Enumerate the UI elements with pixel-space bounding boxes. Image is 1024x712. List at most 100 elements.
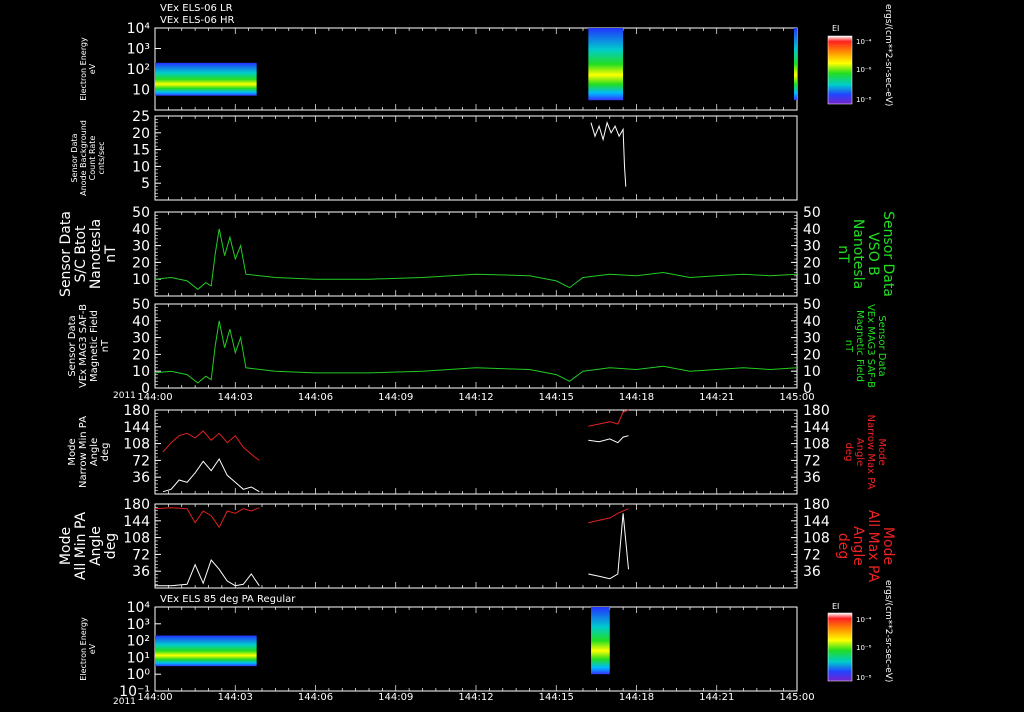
x-tick-label: 144:12 [458, 392, 493, 403]
y-label-line: Sensor Data [67, 315, 78, 376]
y2-label-line: Mode [880, 527, 896, 565]
y2-tick-label: 108 [803, 531, 830, 547]
y-tick-label: 50 [132, 297, 150, 313]
y2-label-line: VEx MAG3 SAF-B [865, 304, 876, 388]
y-tick-label: 40 [132, 314, 150, 330]
y-label-line: Sensor Data [58, 211, 74, 297]
y-tick-label: 10³ [127, 42, 150, 58]
y2-label-line: Mode [876, 438, 887, 465]
x-tick-label: 144:06 [298, 692, 333, 703]
y-label-line: cnts/sec [97, 142, 106, 175]
y2-tick-label: 30 [803, 239, 821, 255]
y2-tick-label: 36 [803, 564, 821, 580]
y-label-line: VEx MAG3 SAF-B [78, 304, 89, 388]
y2-tick-label: 36 [803, 470, 821, 486]
x-tick-label: 144:18 [619, 392, 654, 403]
x-axis-mid: 2011 144:00 144:03 144:06 144:09 144:12 144:1… [113, 391, 815, 403]
x-tick-label: 144:21 [699, 692, 734, 703]
y-label-line: deg [100, 443, 111, 462]
y-tick-label: 180 [123, 497, 150, 513]
panel-anode-background: 252015105 Sensor Data Anode Background Coun… [70, 109, 798, 201]
y-tick-label: 10 [132, 83, 150, 99]
x-tick-label: 144:21 [699, 392, 734, 403]
y-tick-label: 108 [123, 531, 150, 547]
y2-tick-label: 20 [803, 255, 821, 271]
y-label: Electron Energy eV [79, 37, 97, 101]
y-tick-label: 144 [123, 514, 150, 530]
panel-sc-bnot: 50 5040 4030 3020 2010 10Sensor Data S/C Btot N… [58, 205, 896, 297]
y2-tick-label: 50 [803, 205, 821, 221]
y-label-line: Count Rate [88, 136, 97, 181]
y2-tick-label: 180 [803, 403, 830, 419]
y-label-line: S/C Btot [73, 225, 89, 282]
y-tick-label: 10¹ [127, 650, 150, 666]
y2-label-line: VSO B [865, 232, 881, 276]
panel-frame [154, 409, 798, 495]
y2-tick-label: 72 [803, 453, 821, 469]
y2-tick-label: 40 [803, 314, 821, 330]
colorbar-top-tick-2: 10⁻⁶ [856, 66, 872, 74]
y-label-line: eV [88, 643, 97, 654]
x-tick-label: 144:18 [619, 692, 654, 703]
multi-panel-plot: VEx ELS-06 LR VEx ELS-06 HR VEx ELS 85 d… [58, 3, 896, 707]
y-label-line: Magnetic Field [89, 310, 100, 382]
y-tick-label: 108 [123, 437, 150, 453]
y-tick-label: 30 [132, 239, 150, 255]
series-line [155, 513, 629, 587]
colorbar-top-gradient [827, 35, 853, 105]
x-axis-bottom: 2011 144:00 144:03 144:06 144:09 144:12 144:1… [113, 692, 815, 707]
y2-label-line: Narrow Max PA [865, 415, 876, 490]
top-title-line2: VEx ELS-06 HR [160, 15, 235, 26]
y-tick-label: 5 [141, 176, 150, 192]
y-label-line: Mode [67, 438, 78, 465]
x-tick-label: 144:09 [378, 692, 413, 703]
y-tick-label: 180 [123, 403, 150, 419]
y2-tick-label: 10 [803, 364, 821, 380]
y-tick-label: 10⁻¹ [119, 684, 150, 700]
spectrogram-block [588, 28, 624, 101]
y2-tick-label: 0 [803, 381, 812, 397]
colorbar-top-units: ergs/(cm**2-sr-sec-eV) [883, 4, 893, 106]
y2-tick-label: 144 [803, 514, 830, 530]
colorbar-top-tick-3: 10⁻⁸ [856, 96, 872, 104]
y-label: Mode All Min PA Angledeg [58, 511, 119, 580]
colorbar-top-tick-1: 10⁻⁴ [856, 38, 872, 46]
y-tick-label: 36 [132, 470, 150, 486]
colorbar-top: EI 10⁻⁴ 10⁻⁶ 10⁻⁸ ergs/(cm**2-sr-sec-eV) [827, 4, 893, 106]
y2-tick-label: 180 [803, 497, 830, 513]
y2-tick-label: 30 [803, 331, 821, 347]
spectrogram-block [591, 607, 610, 675]
y2-label-line: Angle [850, 526, 866, 566]
y2-tick-label: 144 [803, 420, 830, 436]
y2-label-line: All Max PA [865, 510, 881, 583]
y2-label: ModeAll Max PAAngledeg [835, 510, 896, 583]
x-tick-label: 144:15 [539, 392, 574, 403]
y-label-line: Nanotesla [88, 219, 104, 289]
spectrogram-block [155, 635, 257, 667]
y2-tick-label: 72 [803, 547, 821, 563]
y2-label-line: Sensor Data [880, 211, 896, 297]
plot-stage: VEx ELS-06 LR VEx ELS-06 HR VEx ELS 85 d… [0, 0, 1024, 708]
y-tick-label: 20 [132, 347, 150, 363]
series-line [590, 121, 627, 187]
y2-label-line: Angle [854, 438, 865, 466]
panel-electron-energy-bottom: 10⁴10³10²10¹10⁰10⁻¹ Electron Energy eV [79, 600, 798, 700]
y-tick-label: 50 [132, 205, 150, 221]
y-tick-label: 72 [132, 547, 150, 563]
y-tick-label: 10³ [127, 617, 150, 633]
y-tick-label: 30 [132, 331, 150, 347]
y2-label-line: deg [843, 443, 854, 462]
spectrogram-block [155, 62, 257, 96]
y-label-line: Sensor Data [70, 133, 79, 182]
x-tick-label: 144:03 [218, 392, 253, 403]
y-label-line: Narrow Min PA [78, 416, 89, 488]
top-title-line1: VEx ELS-06 LR [160, 3, 233, 14]
y-label-line: Angle [89, 438, 100, 466]
series-line [154, 228, 798, 290]
y-tick-label: 10 [132, 364, 150, 380]
y-label-line: Anode Background [79, 120, 88, 196]
y2-label-line: Magnetic Field [854, 310, 865, 382]
y-tick-label: 10⁴ [127, 600, 151, 616]
y-tick-label: 10² [127, 634, 150, 650]
x-tick-label: 144:03 [218, 692, 253, 703]
